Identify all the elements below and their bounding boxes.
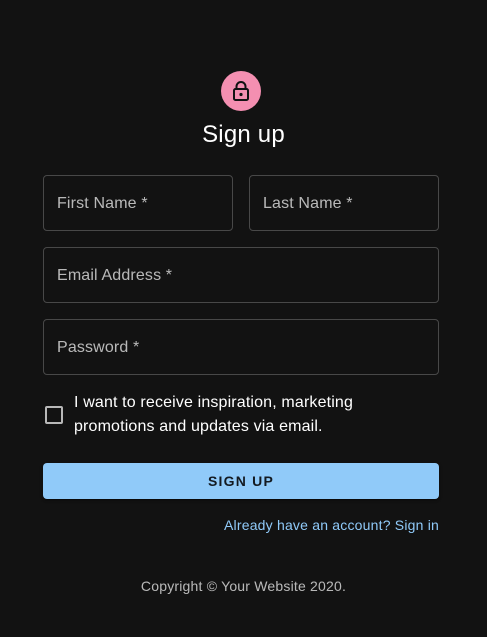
sign-in-link[interactable]: Already have an account? Sign in: [224, 516, 439, 534]
password-field[interactable]: Password *: [43, 319, 439, 375]
first-name-label: First Name *: [57, 195, 148, 212]
lock-icon: [231, 80, 251, 102]
avatar: [221, 71, 261, 111]
email-field[interactable]: Email Address *: [43, 247, 439, 303]
marketing-opt-in: I want to receive inspiration, marketing…: [43, 391, 439, 439]
page-title: Sign up: [202, 121, 285, 148]
sign-up-button[interactable]: SIGN UP: [43, 463, 439, 499]
copyright-text: Copyright © Your Website 2020.: [140, 578, 347, 594]
first-name-field[interactable]: First Name *: [43, 175, 233, 231]
password-label: Password *: [57, 339, 140, 356]
marketing-checkbox-label: I want to receive inspiration, marketing…: [74, 394, 354, 435]
last-name-field[interactable]: Last Name *: [249, 175, 439, 231]
signup-page: Sign up First Name * Last Name * Email A…: [0, 0, 487, 637]
last-name-label: Last Name *: [263, 195, 353, 212]
email-label: Email Address *: [57, 267, 173, 284]
marketing-checkbox[interactable]: [45, 406, 63, 424]
